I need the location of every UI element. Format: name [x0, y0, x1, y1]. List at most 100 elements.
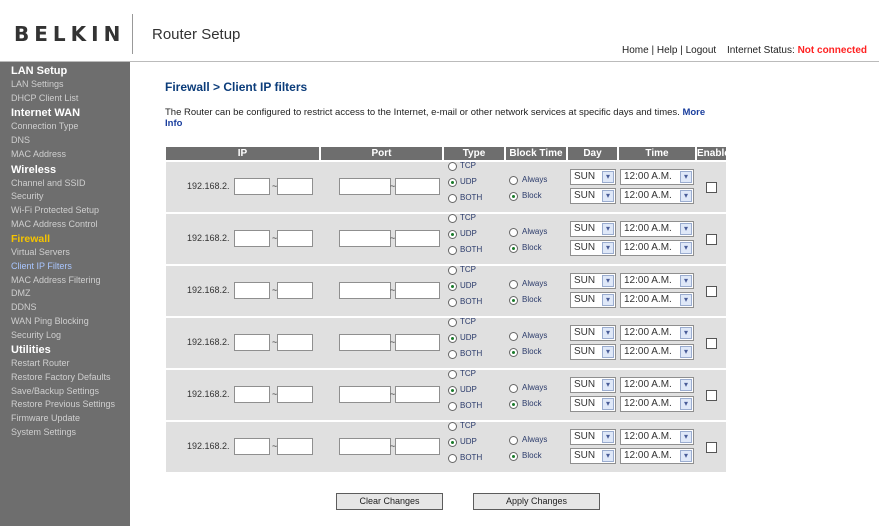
sidebar-item-dhcp-client-list[interactable]: DHCP Client List	[11, 93, 78, 103]
type-both-radio[interactable]	[448, 298, 457, 307]
time-to-select[interactable]: 12:00 A.M. ▾	[620, 396, 694, 412]
sidebar-item-mac-address[interactable]: MAC Address	[11, 149, 66, 159]
enable-checkbox[interactable]	[706, 234, 717, 245]
day-from-select[interactable]: SUN ▾	[570, 221, 616, 237]
type-both-radio[interactable]	[448, 454, 457, 463]
time-from-select[interactable]: 12:00 A.M. ▾	[620, 169, 694, 185]
time-to-select[interactable]: 12:00 A.M. ▾	[620, 344, 694, 360]
time-to-select[interactable]: 12:00 A.M. ▾	[620, 240, 694, 256]
port-end-input[interactable]	[395, 334, 440, 351]
day-to-select[interactable]: SUN ▾	[570, 396, 616, 412]
day-to-select[interactable]: SUN ▾	[570, 344, 616, 360]
time-to-select[interactable]: 12:00 A.M. ▾	[620, 292, 694, 308]
type-both-radio[interactable]	[448, 350, 457, 359]
type-tcp-radio[interactable]	[448, 370, 457, 379]
port-end-input[interactable]	[395, 282, 440, 299]
day-from-select[interactable]: SUN ▾	[570, 169, 616, 185]
enable-checkbox[interactable]	[706, 338, 717, 349]
block-always-radio[interactable]	[509, 228, 518, 237]
block-block-radio[interactable]	[509, 244, 518, 253]
type-udp-radio[interactable]	[448, 438, 457, 447]
type-udp-radio[interactable]	[448, 334, 457, 343]
ip-start-input[interactable]	[234, 334, 270, 351]
block-always-radio[interactable]	[509, 280, 518, 289]
sidebar-item-wan-ping-blocking[interactable]: WAN Ping Blocking	[11, 316, 89, 326]
ip-end-input[interactable]	[277, 438, 313, 455]
ip-end-input[interactable]	[277, 178, 313, 195]
type-udp-radio[interactable]	[448, 282, 457, 291]
day-from-select[interactable]: SUN ▾	[570, 429, 616, 445]
time-from-select[interactable]: 12:00 A.M. ▾	[620, 429, 694, 445]
time-from-select[interactable]: 12:00 A.M. ▾	[620, 325, 694, 341]
port-start-input[interactable]	[339, 178, 391, 195]
block-always-radio[interactable]	[509, 384, 518, 393]
sidebar-item-restore-previous-settings[interactable]: Restore Previous Settings	[11, 399, 115, 409]
day-to-select[interactable]: SUN ▾	[570, 240, 616, 256]
time-to-select[interactable]: 12:00 A.M. ▾	[620, 448, 694, 464]
sidebar-section-firewall[interactable]: Firewall	[11, 233, 50, 245]
sidebar-section-wireless[interactable]: Wireless	[11, 164, 56, 176]
block-always-radio[interactable]	[509, 176, 518, 185]
time-from-select[interactable]: 12:00 A.M. ▾	[620, 221, 694, 237]
type-tcp-radio[interactable]	[448, 422, 457, 431]
sidebar-item-ddns[interactable]: DDNS	[11, 302, 37, 312]
type-tcp-radio[interactable]	[448, 266, 457, 275]
port-end-input[interactable]	[395, 178, 440, 195]
ip-start-input[interactable]	[234, 230, 270, 247]
sidebar-item-system-settings[interactable]: System Settings	[11, 427, 76, 437]
day-from-select[interactable]: SUN ▾	[570, 273, 616, 289]
time-to-select[interactable]: 12:00 A.M. ▾	[620, 188, 694, 204]
ip-end-input[interactable]	[277, 386, 313, 403]
enable-checkbox[interactable]	[706, 286, 717, 297]
help-link[interactable]: Help	[657, 45, 678, 56]
sidebar-item-restart-router[interactable]: Restart Router	[11, 358, 70, 368]
type-both-radio[interactable]	[448, 246, 457, 255]
time-from-select[interactable]: 12:00 A.M. ▾	[620, 273, 694, 289]
sidebar-item-wi-fi-protected-setup[interactable]: Wi-Fi Protected Setup	[11, 205, 99, 215]
day-from-select[interactable]: SUN ▾	[570, 325, 616, 341]
port-end-input[interactable]	[395, 438, 440, 455]
block-block-radio[interactable]	[509, 192, 518, 201]
port-start-input[interactable]	[339, 230, 391, 247]
port-start-input[interactable]	[339, 334, 391, 351]
block-block-radio[interactable]	[509, 348, 518, 357]
port-end-input[interactable]	[395, 230, 440, 247]
type-tcp-radio[interactable]	[448, 214, 457, 223]
ip-start-input[interactable]	[234, 386, 270, 403]
ip-end-input[interactable]	[277, 334, 313, 351]
type-udp-radio[interactable]	[448, 386, 457, 395]
sidebar-item-connection-type[interactable]: Connection Type	[11, 121, 78, 131]
port-start-input[interactable]	[339, 282, 391, 299]
sidebar-item-restore-factory-defaults[interactable]: Restore Factory Defaults	[11, 372, 111, 382]
sidebar-item-save-backup-settings[interactable]: Save/Backup Settings	[11, 386, 99, 396]
port-end-input[interactable]	[395, 386, 440, 403]
enable-checkbox[interactable]	[706, 390, 717, 401]
type-tcp-radio[interactable]	[448, 318, 457, 327]
block-always-radio[interactable]	[509, 436, 518, 445]
sidebar-item-mac-address-control[interactable]: MAC Address Control	[11, 219, 98, 229]
enable-checkbox[interactable]	[706, 442, 717, 453]
port-start-input[interactable]	[339, 438, 391, 455]
home-link[interactable]: Home	[622, 45, 649, 56]
ip-end-input[interactable]	[277, 282, 313, 299]
ip-end-input[interactable]	[277, 230, 313, 247]
sidebar-item-mac-address-filtering[interactable]: MAC Address Filtering	[11, 275, 101, 285]
type-udp-radio[interactable]	[448, 230, 457, 239]
logout-link[interactable]: Logout	[686, 45, 717, 56]
day-to-select[interactable]: SUN ▾	[570, 188, 616, 204]
apply-changes-button[interactable]: Apply Changes	[473, 493, 600, 510]
sidebar-section-utilities[interactable]: Utilities	[11, 344, 51, 356]
time-from-select[interactable]: 12:00 A.M. ▾	[620, 377, 694, 393]
sidebar-item-dmz[interactable]: DMZ	[11, 288, 31, 298]
enable-checkbox[interactable]	[706, 182, 717, 193]
type-udp-radio[interactable]	[448, 178, 457, 187]
block-block-radio[interactable]	[509, 400, 518, 409]
day-to-select[interactable]: SUN ▾	[570, 448, 616, 464]
sidebar-item-lan-settings[interactable]: LAN Settings	[11, 79, 64, 89]
sidebar-item-client-ip-filters[interactable]: Client IP Filters	[11, 261, 72, 271]
clear-changes-button[interactable]: Clear Changes	[336, 493, 443, 510]
day-from-select[interactable]: SUN ▾	[570, 377, 616, 393]
sidebar-item-firmware-update[interactable]: Firmware Update	[11, 413, 80, 423]
sidebar-item-virtual-servers[interactable]: Virtual Servers	[11, 247, 70, 257]
type-both-radio[interactable]	[448, 402, 457, 411]
